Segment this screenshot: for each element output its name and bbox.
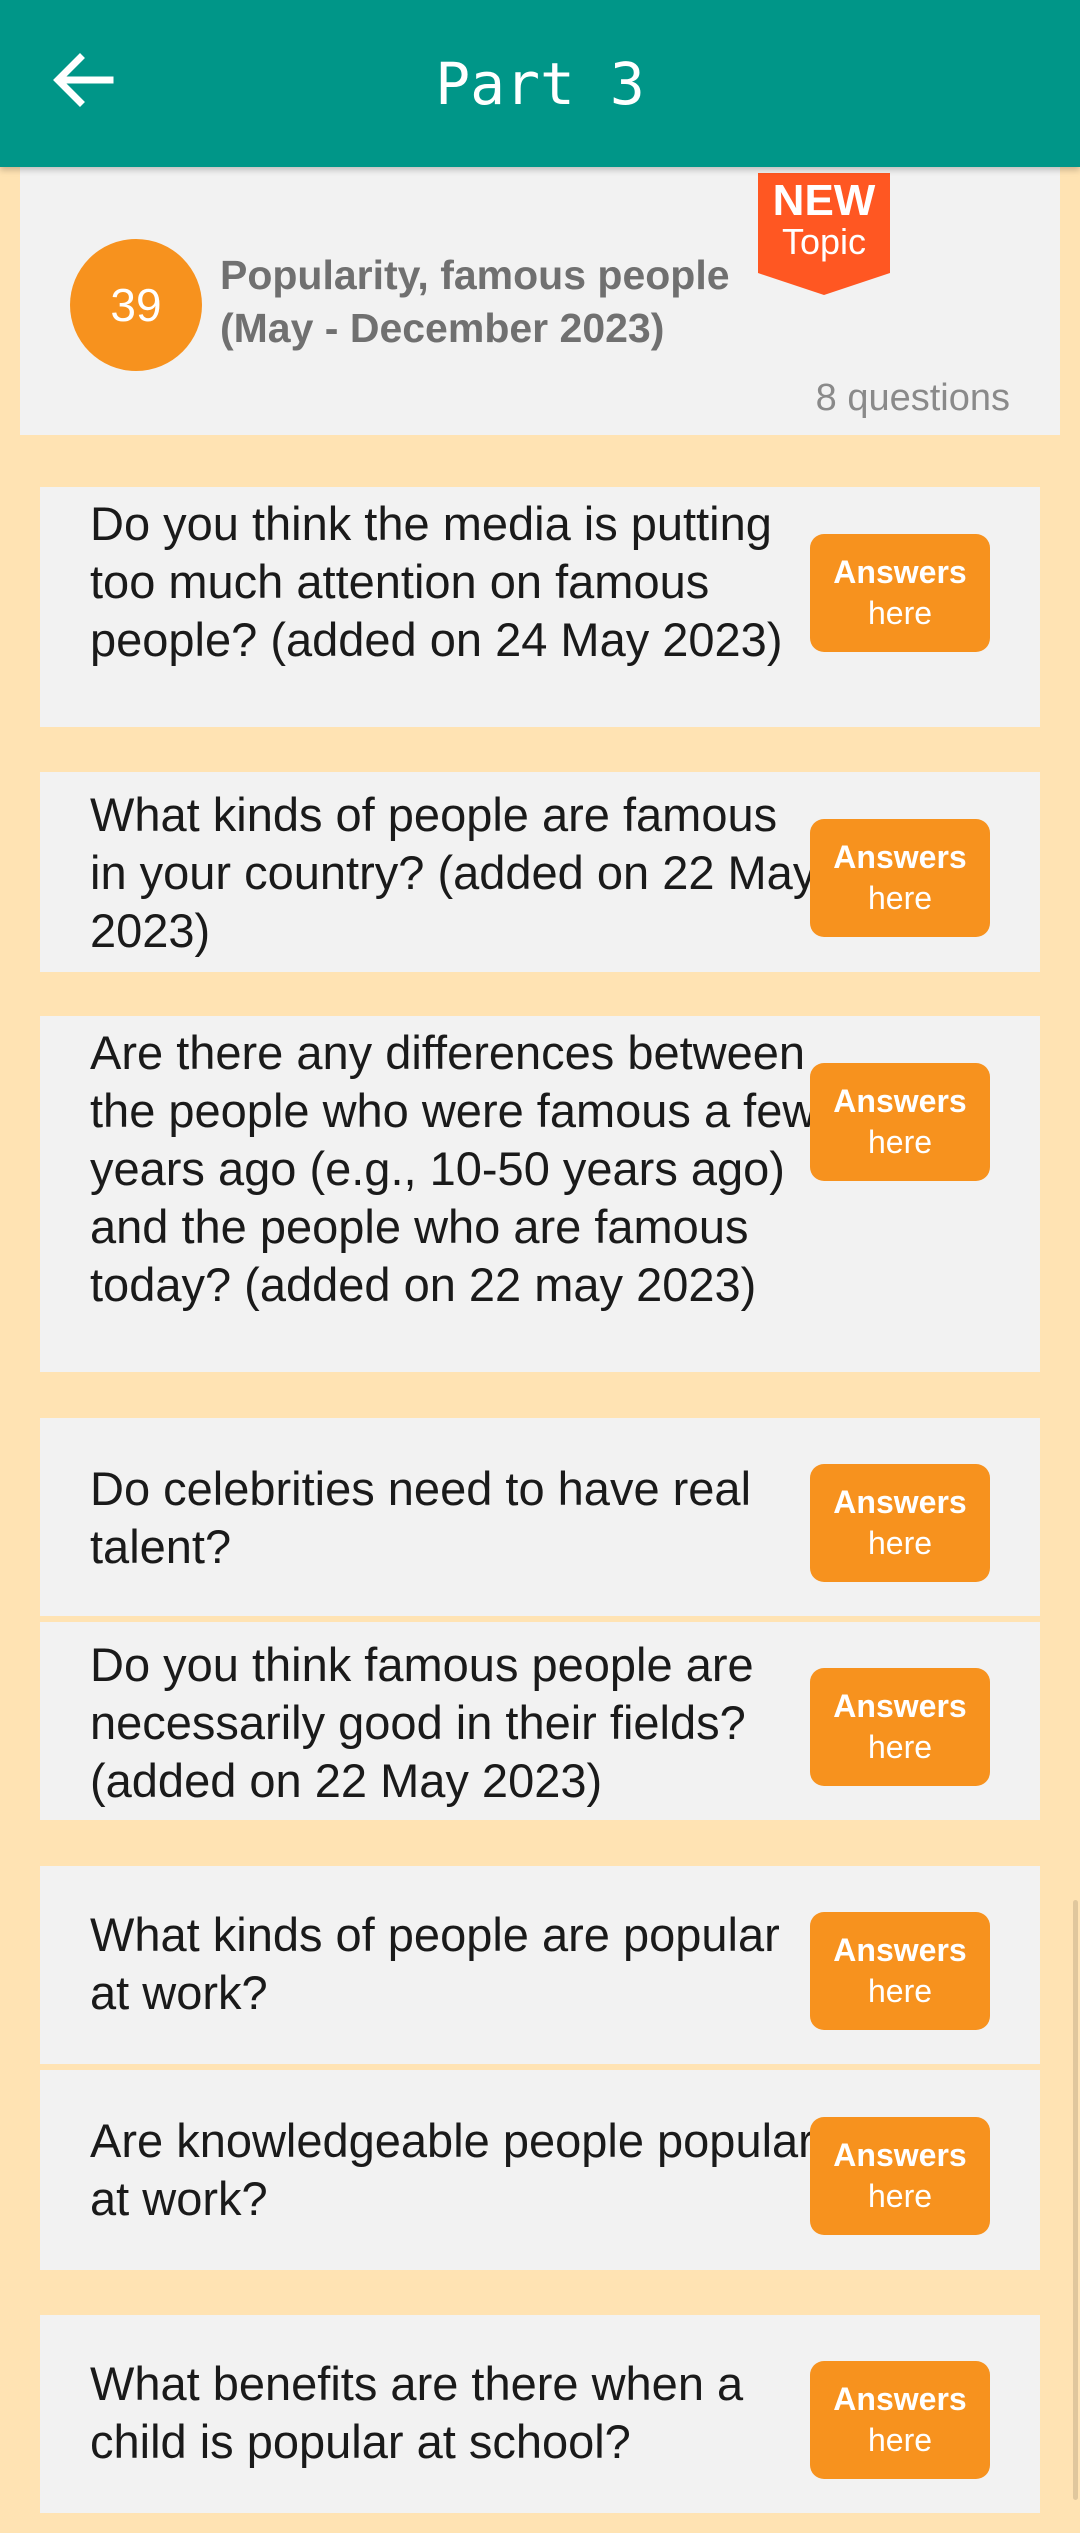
topic-number-badge: 39 [70,239,202,371]
scrollbar[interactable] [1073,1900,1078,2500]
answers-button[interactable]: Answers here [810,2361,990,2479]
answers-label: Answers [833,2381,967,2417]
question-card: Do you think famous people are necessari… [40,1622,1040,1820]
answers-here-label: here [867,1525,933,1561]
answers-button[interactable]: Answers here [810,2117,990,2235]
answers-here-label: here [867,2422,933,2458]
question-text: Are knowledgeable people popular at work… [90,2114,814,2225]
question-card: What benefits are there when a child is … [40,2315,1040,2513]
question-card: Are there any differences between the pe… [40,1016,1040,1372]
answers-button[interactable]: Answers here [810,534,990,652]
answers-label: Answers [833,1083,967,1119]
question-text: Do you think famous people are necessari… [90,1638,754,1807]
answers-button[interactable]: Answers here [810,1464,990,1582]
answers-here-label: here [867,595,933,631]
question-text: Do you think the media is putting too mu… [90,497,783,666]
question-card: What kinds of people are famous in your … [40,772,1040,972]
answers-label: Answers [833,1688,967,1724]
answers-label: Answers [833,1484,967,1520]
question-text: What benefits are there when a child is … [90,2357,744,2468]
answers-label: Answers [833,2137,967,2173]
answers-here-label: here [867,1124,933,1160]
question-count: 8 questions [815,377,1010,419]
answers-label: Answers [833,839,967,875]
answers-button[interactable]: Answers here [810,819,990,937]
answers-here-label: here [867,1973,933,2009]
question-card: What kinds of people are popular at work… [40,1866,1040,2064]
question-card: Do celebrities need to have real talent?… [40,1418,1040,1616]
question-text: Are there any differences between the pe… [90,1026,817,1311]
question-card: Are knowledgeable people popular at work… [40,2070,1040,2270]
answers-button[interactable]: Answers here [810,1912,990,2030]
topic-header-card: 39 Popularity, famous people (May - Dece… [20,167,1060,435]
question-text: What kinds of people are famous in your … [90,788,817,957]
app-bar: Part 3 [0,0,1080,167]
badge-new-label: NEW [772,176,876,225]
question-text: Do celebrities need to have real talent? [90,1462,752,1573]
answers-label: Answers [833,1932,967,1968]
answers-here-label: here [867,2178,933,2214]
answers-button[interactable]: Answers here [810,1668,990,1786]
page-title: Part 3 [435,49,645,118]
question-card: Do you think the media is putting too mu… [40,487,1040,727]
answers-button[interactable]: Answers here [810,1063,990,1181]
answers-label: Answers [833,554,967,590]
new-topic-badge: NEW Topic [758,173,890,295]
question-text: What kinds of people are popular at work… [90,1908,780,2019]
badge-topic-label: Topic [781,221,867,262]
answers-here-label: here [867,1729,933,1765]
topic-title: Popularity, famous people (May - Decembe… [220,252,730,351]
answers-here-label: here [867,880,933,916]
